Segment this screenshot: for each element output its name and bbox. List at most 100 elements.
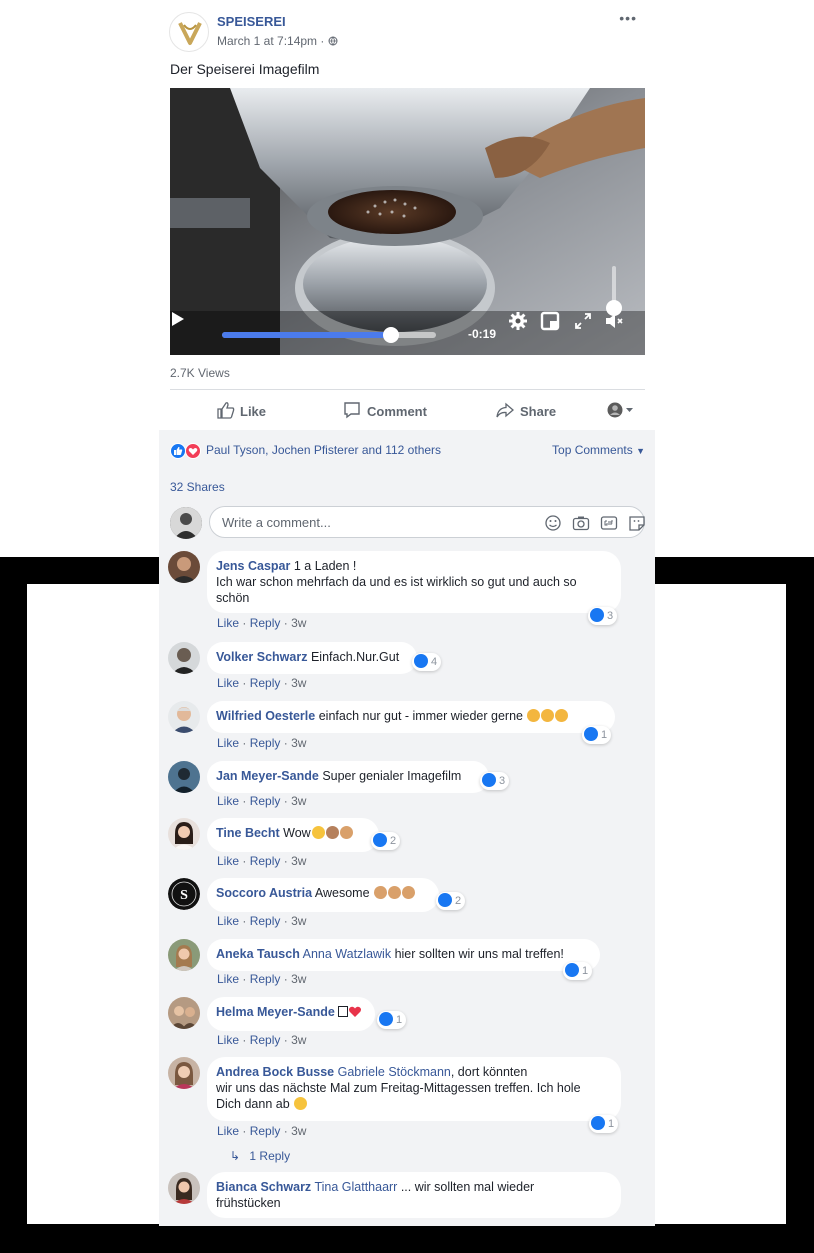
comment-author[interactable]: Jan Meyer-Sande <box>216 769 319 783</box>
comment-author[interactable]: Volker Schwarz <box>216 650 307 664</box>
comment-text: ... wir sollten mal wieder <box>400 1180 535 1194</box>
comment-like-link[interactable]: Like <box>217 854 239 868</box>
comment-text-line2: wir uns das nächste Mal zum Freitag-Mitt… <box>216 1081 581 1095</box>
commenter-avatar[interactable] <box>168 1172 200 1204</box>
comment-like-link[interactable]: Like <box>217 914 239 928</box>
more-options-icon[interactable]: ••• <box>619 10 637 26</box>
comment-reply-link[interactable]: Reply <box>250 736 281 750</box>
post-timestamp[interactable]: March 1 at 7:14pm · <box>217 34 338 48</box>
comment-like-count[interactable]: 4 <box>412 653 442 671</box>
current-user-avatar[interactable] <box>170 507 202 539</box>
comment-like-count[interactable]: 1 <box>377 1011 407 1029</box>
comment-author[interactable]: Jens Caspar <box>216 559 290 573</box>
comment-like-count[interactable]: 3 <box>480 772 510 790</box>
gif-icon[interactable] <box>600 514 618 532</box>
comment-like-count[interactable]: 2 <box>436 892 466 910</box>
reactions-summary[interactable]: Paul Tyson, Jochen Pfisterer and 112 oth… <box>206 443 441 457</box>
sticker-icon[interactable] <box>628 514 646 532</box>
volume-slider[interactable] <box>606 266 622 316</box>
comment-reply-link[interactable]: Reply <box>250 1033 281 1047</box>
commenter-avatar[interactable] <box>168 939 200 971</box>
thumbs-up-emoji-icon <box>526 709 569 723</box>
comment-time[interactable]: 3w <box>291 972 306 986</box>
comment-reply-link[interactable]: Reply <box>250 1124 281 1138</box>
commenter-avatar[interactable] <box>168 551 200 583</box>
comment-time[interactable]: 3w <box>291 616 306 630</box>
commenter-avatar[interactable] <box>168 701 200 733</box>
comment-time[interactable]: 3w <box>291 914 306 928</box>
comment-author[interactable]: Aneka Tausch <box>216 947 300 961</box>
like-button[interactable]: Like <box>217 402 277 421</box>
dot-separator: · <box>283 1124 288 1138</box>
comment-author[interactable]: Andrea Bock Busse <box>216 1065 334 1079</box>
commenter-avatar[interactable] <box>168 997 200 1029</box>
comment-like-count[interactable]: 1 <box>589 1115 619 1133</box>
comment-reply-link[interactable]: Reply <box>250 676 281 690</box>
comment-text: einfach nur gut - immer wieder gerne <box>318 709 523 723</box>
comment-mention[interactable]: Anna Watzlawik <box>303 947 391 961</box>
comment-author[interactable]: Soccoro Austria <box>216 886 312 900</box>
comment-button[interactable]: Comment <box>343 402 433 421</box>
comment-author[interactable]: Bianca Schwarz <box>216 1180 311 1194</box>
play-icon[interactable] <box>170 311 186 327</box>
comment-like-link[interactable]: Like <box>217 972 239 986</box>
comment-text: Einfach.Nur.Gut <box>310 650 400 664</box>
comment-time[interactable]: 3w <box>291 736 306 750</box>
comment-like-link[interactable]: Like <box>217 1124 239 1138</box>
comment-reply-link[interactable]: Reply <box>250 794 281 808</box>
comment-time[interactable]: 3w <box>291 794 306 808</box>
commenter-avatar[interactable] <box>168 761 200 793</box>
comment-reply-link[interactable]: Reply <box>250 854 281 868</box>
commenter-avatar[interactable] <box>168 818 200 850</box>
dot-separator: · <box>242 676 247 690</box>
reactions-row[interactable]: Paul Tyson, Jochen Pfisterer and 112 oth… <box>170 443 645 459</box>
comment-reply-link[interactable]: Reply <box>250 914 281 928</box>
comment-like-count[interactable]: 1 <box>563 962 593 980</box>
comment-like-count[interactable]: 2 <box>371 832 401 850</box>
comment-like-count[interactable]: 3 <box>588 607 618 625</box>
comment-like-link[interactable]: Like <box>217 794 239 808</box>
share-button[interactable]: Share <box>496 402 566 421</box>
fullscreen-icon[interactable] <box>573 311 593 331</box>
page-logo-icon[interactable] <box>169 12 209 52</box>
comment-like-link[interactable]: Like <box>217 1033 239 1047</box>
comment-actions: Like · Reply · 3w <box>217 794 306 808</box>
commenter-avatar[interactable]: S <box>168 878 200 910</box>
comment-author[interactable]: Helma Meyer-Sande <box>216 1005 335 1019</box>
view-replies-link[interactable]: ↳ 1 Reply <box>230 1149 290 1163</box>
video-progress-knob[interactable] <box>383 327 400 343</box>
commenter-avatar[interactable] <box>168 1057 200 1089</box>
video-player[interactable]: -0:19 <box>170 88 645 355</box>
emoji-icon[interactable] <box>544 514 562 532</box>
comment-like-link[interactable]: Like <box>217 736 239 750</box>
top-comments-dropdown[interactable]: Top Comments ▼ <box>552 443 645 457</box>
comment-like-link[interactable]: Like <box>217 676 239 690</box>
comment-time[interactable]: 3w <box>291 1033 306 1047</box>
comment-reply-link[interactable]: Reply <box>250 616 281 630</box>
time-remaining: -0:19 <box>468 327 497 341</box>
comment-author[interactable]: Wilfried Oesterle <box>216 709 315 723</box>
comment-item: Aneka Tausch Anna Watzlawik hier sollten… <box>168 939 648 989</box>
mute-icon[interactable] <box>604 311 624 331</box>
page-name[interactable]: SPEISEREI <box>217 14 286 29</box>
comment-time[interactable]: 3w <box>291 1124 306 1138</box>
pip-icon[interactable] <box>540 311 560 331</box>
comment-like-link[interactable]: Like <box>217 616 239 630</box>
comment-author[interactable]: Tine Becht <box>216 826 280 840</box>
comment-reply-link[interactable]: Reply <box>250 972 281 986</box>
dot-separator: · <box>242 1033 247 1047</box>
comment-text: Super genialer Imagefilm <box>322 769 462 783</box>
comment-time[interactable]: 3w <box>291 676 306 690</box>
comment-actions: Like · Reply · 3w <box>217 1124 306 1138</box>
comment-mention[interactable]: Tina Glatthaarr <box>314 1180 397 1194</box>
camera-icon[interactable] <box>572 514 590 532</box>
video-progress-bar[interactable] <box>222 327 436 343</box>
comment-like-count[interactable]: 1 <box>582 726 612 744</box>
timestamp-text[interactable]: March 1 at 7:14pm <box>217 34 317 48</box>
comment-time[interactable]: 3w <box>291 854 306 868</box>
settings-icon[interactable] <box>508 311 528 331</box>
comment-mention[interactable]: Gabriele Stöckmann <box>338 1065 451 1079</box>
commenter-avatar[interactable] <box>168 642 200 674</box>
shares-count[interactable]: 32 Shares <box>170 480 225 494</box>
audience-selector[interactable] <box>607 402 637 421</box>
